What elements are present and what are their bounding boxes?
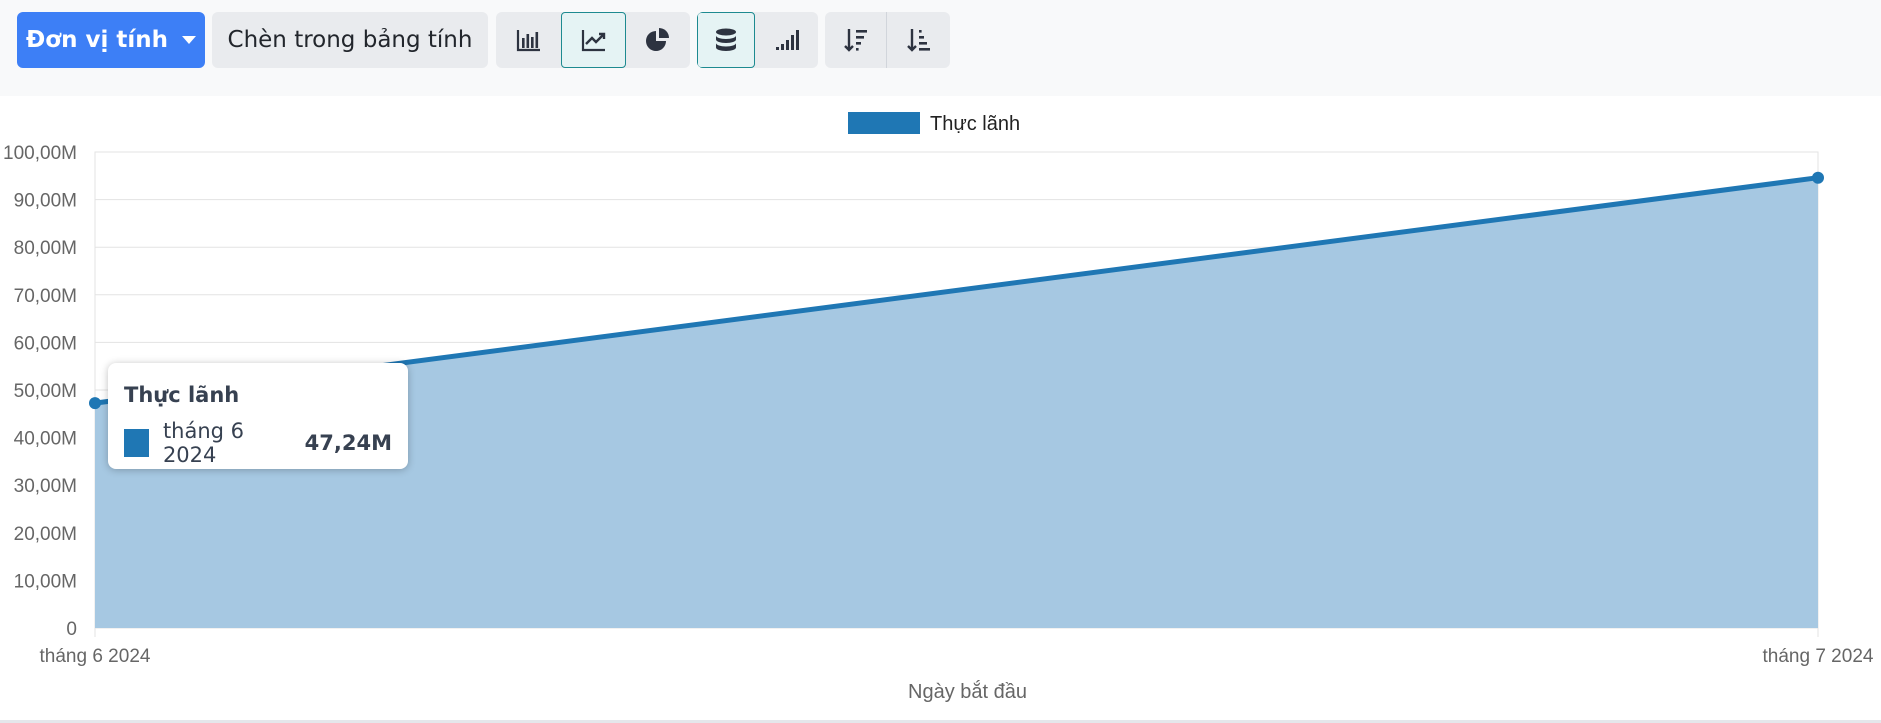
y-tick-label: 60,00M [14, 333, 77, 354]
y-tick-label: 100,00M [3, 143, 77, 164]
cumulative-bars-icon [775, 30, 799, 50]
y-tick-label: 70,00M [14, 286, 77, 307]
line-chart-button[interactable] [561, 12, 626, 68]
chart-type-group [496, 12, 690, 68]
cumulative-button[interactable] [755, 12, 818, 68]
tooltip-label: tháng 6 2024 [162, 419, 245, 467]
y-tick-label: 50,00M [14, 381, 77, 402]
measure-dropdown-label: Đơn vị tính [26, 27, 168, 53]
x-axis-title: Ngày bắt đầu [908, 680, 1027, 703]
line-chart-icon [581, 30, 605, 52]
insert-in-spreadsheet-button[interactable]: Chèn trong bảng tính [212, 12, 488, 68]
caret-down-icon [181, 36, 196, 44]
measure-dropdown-button[interactable]: Đơn vị tính [17, 12, 205, 68]
y-tick-label: 40,00M [14, 429, 77, 450]
legend-label: Thực lãnh [930, 113, 1020, 135]
stacked-button[interactable] [697, 12, 755, 68]
y-tick-label: 30,00M [14, 476, 77, 497]
data-point [89, 397, 101, 410]
tooltip-color-swatch [124, 429, 149, 457]
legend-swatch [848, 112, 920, 134]
bar-chart-icon [516, 30, 540, 52]
tooltip-title: Thực lãnh [124, 383, 240, 407]
data-point [1812, 171, 1824, 184]
y-tick-label: 0 [66, 619, 77, 640]
y-tick-label: 10,00M [14, 571, 77, 592]
sort-ascending-button[interactable] [887, 12, 950, 68]
y-tick-label: 20,00M [14, 524, 77, 545]
sort-options-group [825, 12, 950, 68]
pie-chart-button[interactable] [626, 12, 690, 68]
x-tick-label: tháng 6 2024 [40, 646, 151, 667]
bar-chart-button[interactable] [496, 12, 561, 68]
y-tick-label: 90,00M [14, 191, 77, 212]
stacked-database-icon [716, 28, 736, 51]
chart-toolbar: Đơn vị tính Chèn trong bảng tính [0, 0, 1881, 96]
pie-chart-icon [646, 28, 669, 51]
x-tick-label: tháng 7 2024 [1763, 646, 1874, 667]
stack-options-group [697, 12, 818, 68]
sort-descending-icon [843, 29, 867, 52]
sort-descending-button[interactable] [825, 12, 887, 68]
tooltip-value: 47,24M [304, 431, 392, 455]
sort-ascending-icon [906, 29, 930, 52]
chart-tooltip: Thực lãnh tháng 6 2024 47,24M [108, 363, 408, 469]
tooltip-row: tháng 6 2024 47,24M [124, 419, 392, 467]
y-tick-label: 80,00M [14, 238, 77, 259]
